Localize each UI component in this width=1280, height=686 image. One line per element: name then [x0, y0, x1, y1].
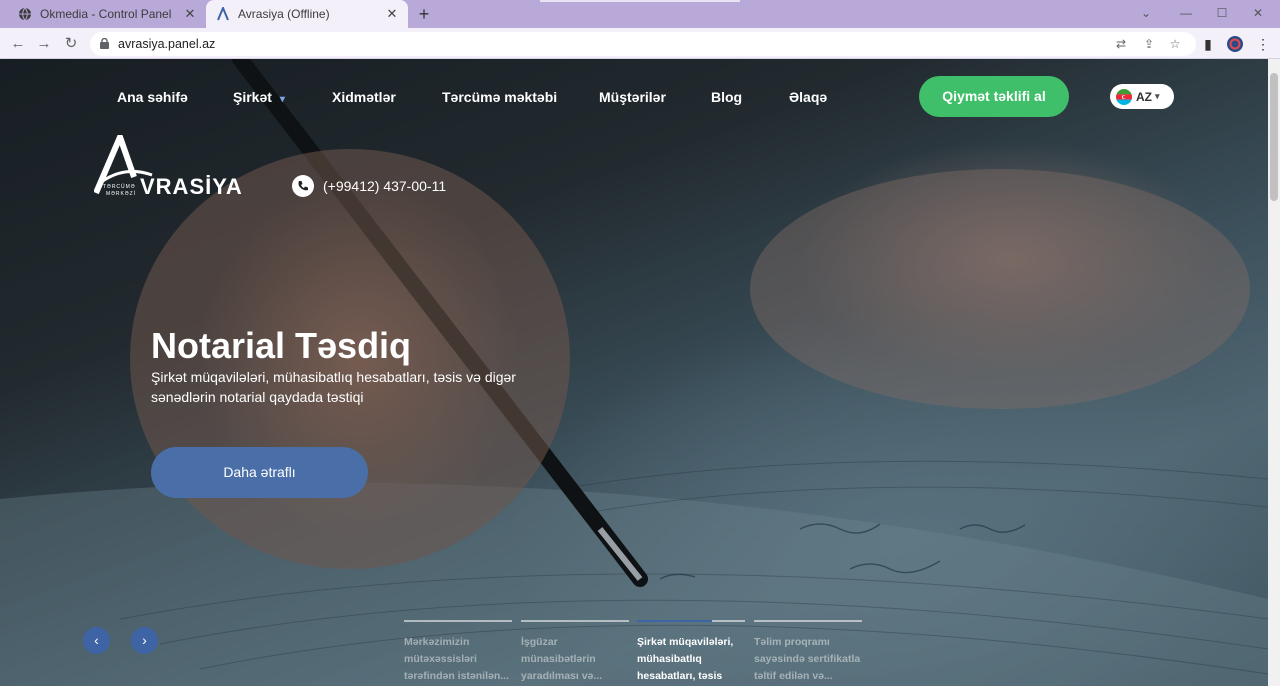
profile-avatar-icon[interactable] [1224, 33, 1246, 55]
slider-tab-progress-track [521, 620, 629, 622]
side-panel-icon[interactable]: ▮ [1197, 33, 1219, 55]
slider-tab-progress-track [637, 620, 745, 622]
slider-tab-progress-track [404, 620, 512, 622]
learn-more-button[interactable]: Daha ətraflı [151, 447, 368, 498]
slider-tab-text: Şirkət müqavilələri, mühasibatlıq hesaba… [637, 636, 734, 682]
slider-tab-text: Təlim proqramı sayəsində sertifikatla tə… [754, 636, 861, 682]
page-scrollbar[interactable] [1268, 59, 1280, 686]
nav-translation-school[interactable]: Tərcümə məktəbi [442, 89, 557, 105]
new-tab-icon[interactable]: + [414, 4, 434, 24]
lock-icon [100, 38, 109, 49]
hero-title: Notarial Təsdiq [151, 325, 412, 366]
close-tab-icon[interactable]: ✕ [182, 6, 198, 22]
browser-menu-icon[interactable]: ⋮ [1252, 33, 1274, 55]
tab-search-strip [540, 0, 740, 2]
chevron-down-icon: ▾ [279, 94, 285, 105]
browser-tab-avrasiya[interactable]: Avrasiya (Offline) ✕ [206, 0, 408, 28]
phone-contact[interactable]: (+99412) 437-00-11 [292, 175, 446, 197]
maximize-icon[interactable]: ☐ [1204, 0, 1240, 28]
language-code: AZ [1136, 89, 1152, 104]
slider-tab-progress-track [754, 620, 862, 622]
back-icon[interactable]: ← [7, 33, 29, 55]
slider-prev-icon[interactable]: ‹ [83, 627, 110, 654]
azerbaijan-flag-icon [1116, 88, 1132, 105]
close-window-icon[interactable]: ✕ [1240, 0, 1276, 28]
browser-tab-strip: Okmedia - Control Panel ✕ Avrasiya (Offl… [0, 0, 1280, 28]
slider-tab-active[interactable]: Şirkət müqavilələri, mühasibatlıq hesaba… [637, 620, 745, 686]
slider-tab[interactable]: Mərkəzimizin mütəxəssisləri tərəfindən i… [404, 620, 512, 685]
tab-title: Okmedia - Control Panel [40, 7, 172, 21]
slider-tab-text: Mərkəzimizin mütəxəssisləri tərəfindən i… [404, 636, 510, 682]
logo-text: VRASİYA [140, 174, 243, 199]
logo-tagline: MƏRKƏZİ [106, 191, 137, 197]
close-tab-icon[interactable]: ✕ [384, 6, 400, 22]
tab-search-chevron-icon[interactable]: ⌄ [1128, 0, 1164, 28]
phone-number: (+99412) 437-00-11 [323, 178, 447, 194]
phone-icon [292, 175, 314, 197]
share-icon[interactable]: ⇪ [1140, 35, 1158, 53]
logo-tagline: TƏRCÜMƏ [103, 184, 136, 190]
translate-icon[interactable]: ⇄ [1112, 35, 1130, 53]
scrollbar-thumb[interactable] [1270, 73, 1278, 201]
language-selector[interactable]: AZ ▾ [1110, 84, 1174, 109]
nav-clients[interactable]: Müştərilər [599, 89, 666, 105]
tab-title: Avrasiya (Offline) [238, 7, 330, 21]
globe-icon [18, 7, 32, 21]
avrasiya-favicon-icon [216, 7, 230, 21]
hero-section: Ana səhifə Şirkət ▾ Xidmətlər Tərcümə mə… [0, 59, 1268, 686]
nav-services[interactable]: Xidmətlər [332, 89, 396, 105]
minimize-icon[interactable]: — [1168, 0, 1204, 28]
slider-next-icon[interactable]: › [131, 627, 158, 654]
address-bar[interactable]: avrasiya.panel.az ⇄ ⇪ ☆ [90, 32, 1196, 56]
slider-tab[interactable]: Təlim proqramı sayəsində sertifikatla tə… [754, 620, 862, 685]
bookmark-star-icon[interactable]: ☆ [1166, 35, 1184, 53]
slider-tab-progress-fill [637, 620, 712, 622]
get-quote-button[interactable]: Qiymət təklifi al [919, 76, 1069, 117]
nav-company-label: Şirkət [233, 89, 272, 105]
nav-contact[interactable]: Əlaqə [789, 89, 827, 105]
nav-home[interactable]: Ana səhifə [117, 89, 188, 105]
hero-subtitle: Şirkət müqavilələri, mühasibatlıq hesaba… [151, 369, 516, 405]
reload-icon[interactable]: ↻ [60, 33, 82, 55]
slider-tab-text: İşgüzar münasibətlərin yaradılması və... [521, 636, 603, 682]
nav-blog[interactable]: Blog [711, 89, 742, 105]
chevron-down-icon: ▾ [1155, 91, 1160, 101]
browser-tab-okmedia[interactable]: Okmedia - Control Panel ✕ [8, 0, 206, 28]
browser-toolbar: ← → ↻ avrasiya.panel.az ⇄ ⇪ ☆ ▮ ⋮ [0, 28, 1280, 59]
slider-tab[interactable]: İşgüzar münasibətlərin yaradılması və... [521, 620, 629, 685]
forward-icon[interactable]: → [33, 33, 55, 55]
url-text: avrasiya.panel.az [118, 37, 216, 51]
nav-company[interactable]: Şirkət ▾ [233, 89, 285, 105]
